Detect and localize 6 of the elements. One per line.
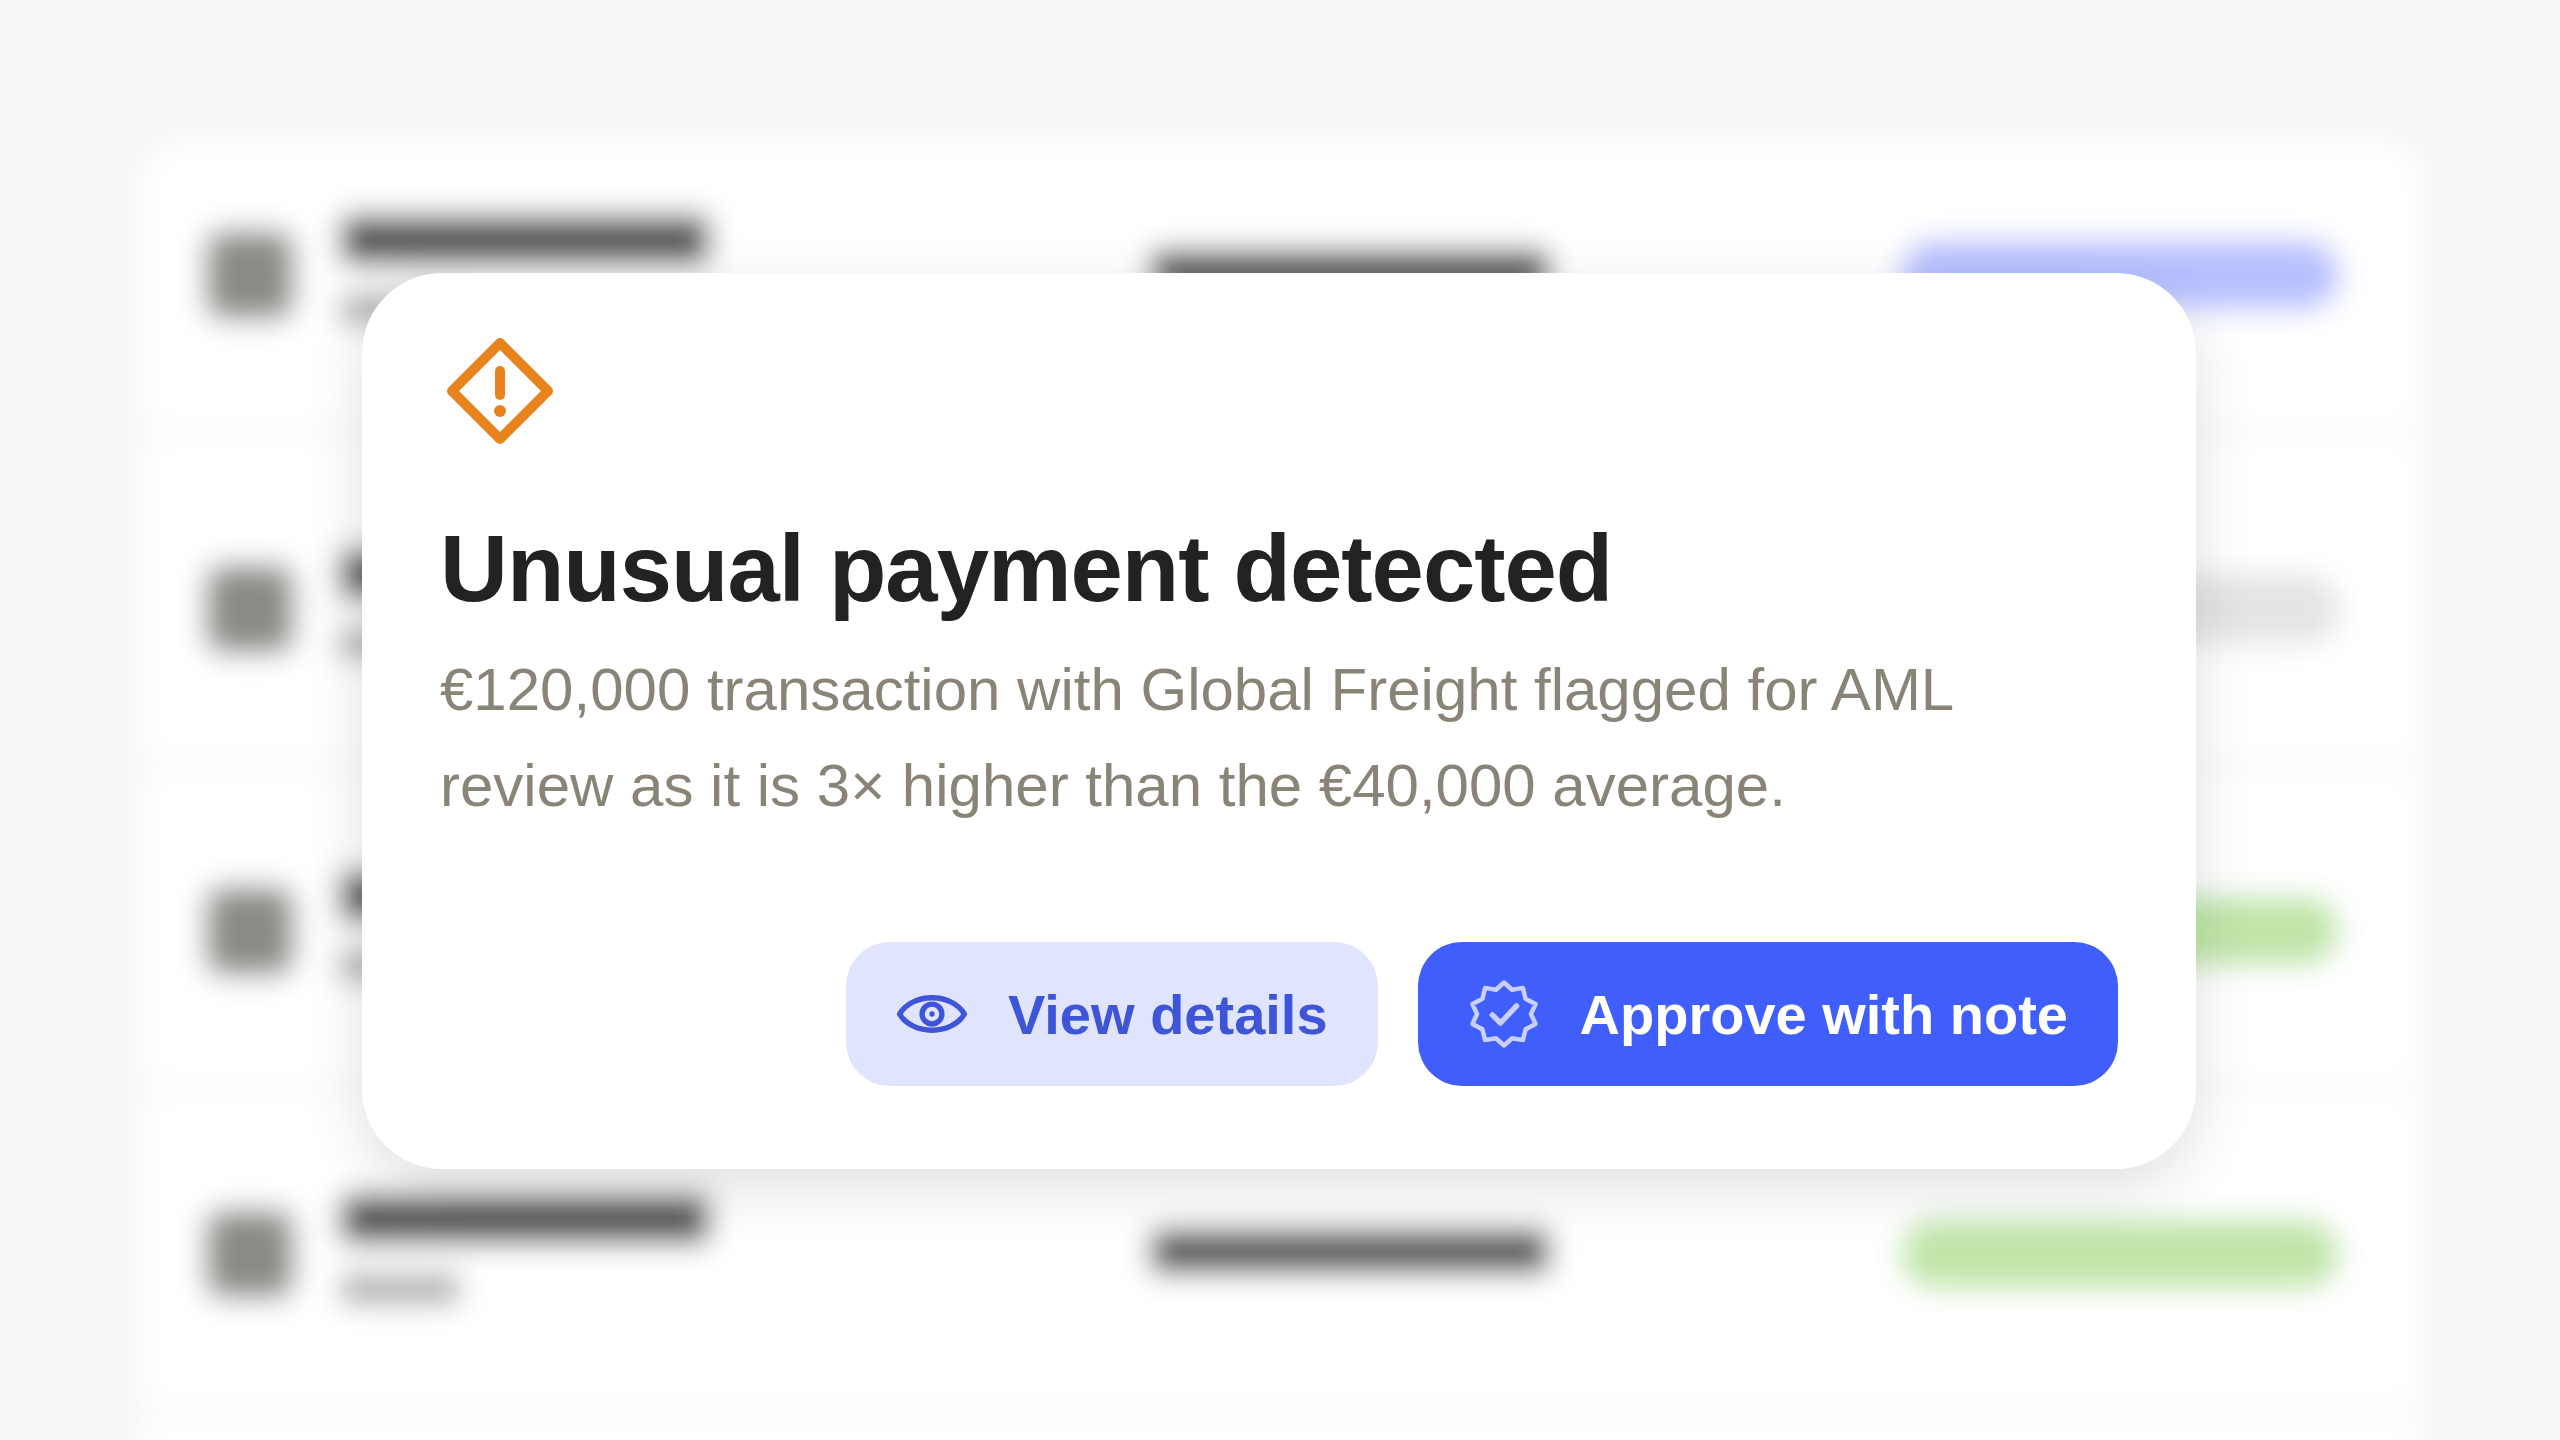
approve-button[interactable]: Approve with note: [1417, 942, 2118, 1087]
details-button[interactable]: View details: [845, 942, 1378, 1087]
warning-icon: [444, 335, 556, 447]
badge-check-icon: [1467, 978, 1540, 1051]
alert-title: Unusual payment detected: [440, 517, 1614, 621]
alert-message: €120,000 transaction with Global Freight flagged for AML review as it is 3× higher than the €40,000 average.: [440, 655, 1953, 822]
